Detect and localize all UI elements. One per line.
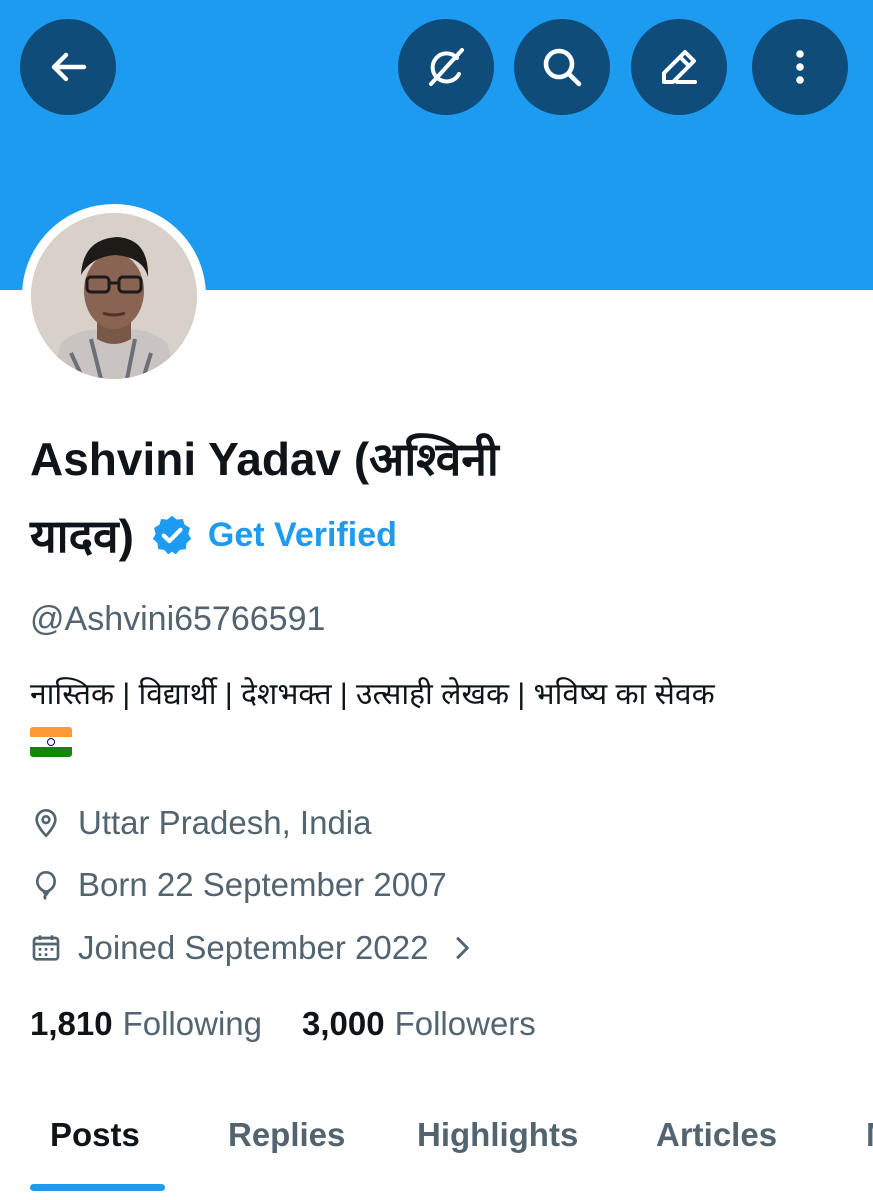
joined-row[interactable]: Joined September 2022 [30,929,494,967]
following-stat[interactable]: 1,810 Following [30,1005,262,1043]
profile-handle: @Ashvini65766591 [30,600,326,638]
verified-badge-icon [152,515,191,555]
indian-flag-icon [30,727,72,758]
more-options-button[interactable] [752,19,848,115]
joined-text: Joined September 2022 [78,929,429,966]
tab-replies[interactable]: Replies [228,1116,345,1154]
grok-button[interactable] [398,19,494,115]
display-name-line-2: यादव) [30,510,134,562]
profile-bio: नास्तिक | विद्यार्थी | देशभक्त | उत्साही… [30,672,850,764]
search-icon [543,48,582,87]
follow-stats: 1,810 Following 3,000 Followers [30,1005,536,1043]
search-button[interactable] [514,19,610,115]
grok-icon [429,48,464,86]
avatar[interactable] [22,204,206,388]
chevron-right-icon [456,937,470,959]
birthday-row: Born 22 September 2007 [30,866,447,904]
get-verified-link[interactable]: Get Verified [208,516,397,555]
location-text: Uttar Pradesh, India [78,804,372,841]
location-row: Uttar Pradesh, India [30,804,372,842]
followers-label: Followers [394,1005,536,1042]
edit-pencil-icon [662,50,697,84]
birthday-text: Born 22 September 2007 [78,866,447,903]
avatar-photo [31,213,197,379]
following-count: 1,810 [30,1005,113,1042]
balloon-icon [36,871,56,901]
active-tab-indicator [30,1184,165,1191]
tab-media[interactable]: M [866,1116,873,1154]
edit-profile-button[interactable] [631,19,727,115]
profile-page: Ashvini Yadav (अश्विनी यादव) Get Verifie… [0,0,873,1200]
back-button[interactable] [20,19,116,115]
followers-count: 3,000 [302,1005,385,1042]
bio-text: नास्तिक | विद्यार्थी | देशभक्त | उत्साही… [30,678,715,711]
tab-posts[interactable]: Posts [50,1116,140,1154]
following-label: Following [122,1005,262,1042]
tab-articles[interactable]: Articles [656,1116,777,1154]
display-name-line-1: Ashvini Yadav (अश्विनी [30,433,499,485]
more-vertical-icon [796,50,804,84]
arrow-left-icon [51,52,87,82]
display-name-row: यादव) Get Verified [30,500,397,570]
calendar-icon [32,935,60,961]
profile-tabs: Posts Replies Highlights Articles M [0,1100,873,1200]
location-pin-icon [35,809,57,838]
tab-highlights[interactable]: Highlights [417,1116,578,1154]
followers-stat[interactable]: 3,000 Followers [302,1005,536,1043]
